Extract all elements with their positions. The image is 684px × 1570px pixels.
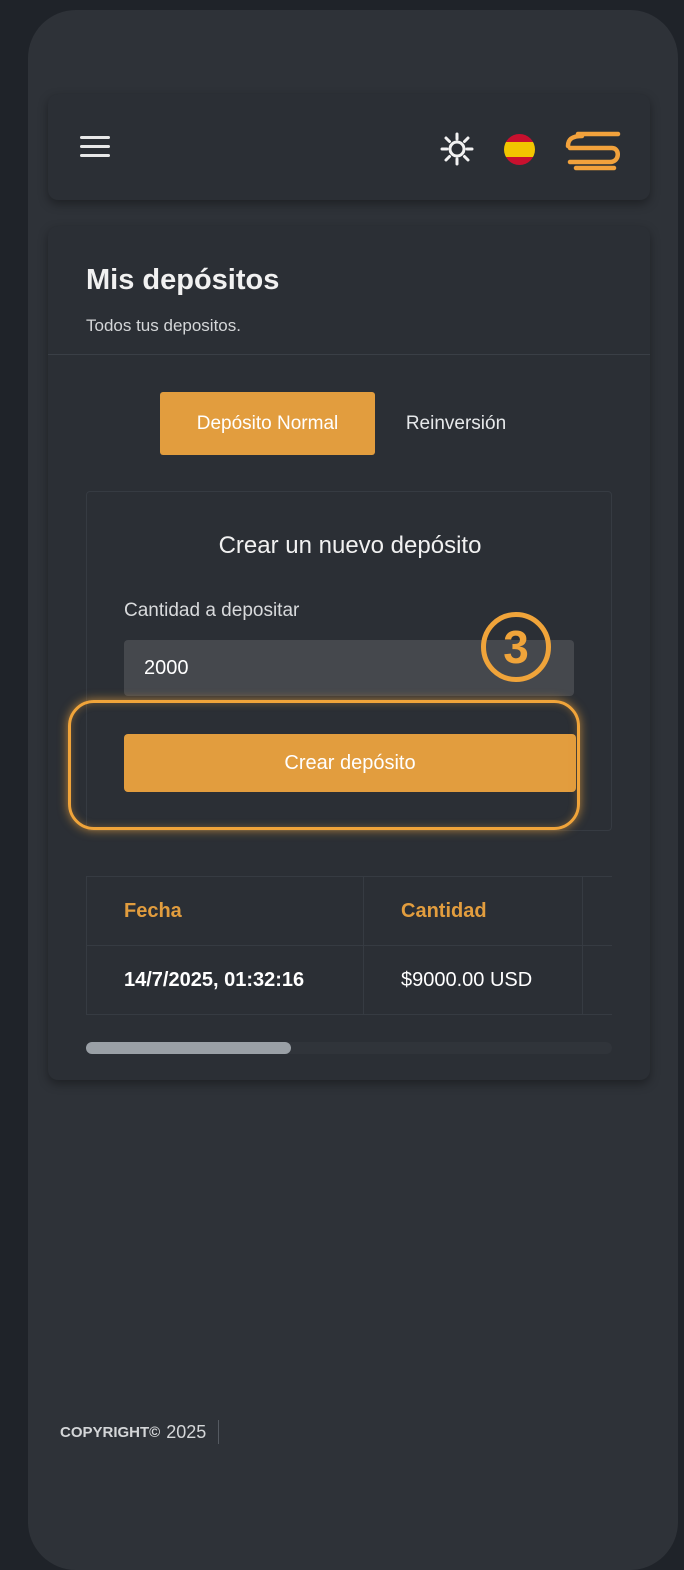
table-header-row: Fecha Cantidad [86,877,612,946]
step-number-badge: 3 [481,612,551,682]
page-subtitle: Todos tus depositos. [86,316,241,335]
row-amount: $9000.00 USD [363,946,582,1015]
deposits-card: Mis depósitos Todos tus depositos. Depós… [48,226,650,1080]
copyright-year: 2025 [166,1421,207,1442]
tab-reinvestment[interactable]: Reinversión [384,392,528,455]
brand-logo-icon[interactable] [560,124,626,174]
amount-label: Cantidad a depositar [124,600,300,621]
hamburger-menu-icon[interactable] [80,136,110,158]
spain-flag-icon[interactable] [504,134,535,165]
divider [48,354,650,355]
sun-icon[interactable] [440,132,474,166]
column-header-amount: Cantidad [363,877,582,946]
table-row: 14/7/2025, 01:32:16 $9000.00 USD [86,946,612,1015]
page-title: Mis depósitos [86,264,280,296]
deposits-table: Fecha Cantidad 14/7/2025, 01:32:16 $9000… [86,876,612,1016]
scrollbar-thumb[interactable] [86,1042,292,1054]
phone-frame: Mis depósitos Todos tus depositos. Depós… [28,10,678,1570]
row-date: 14/7/2025, 01:32:16 [86,946,363,1015]
copyright-label: COPYRIGHT© [60,1423,161,1441]
footer-copyright: COPYRIGHT© 2025 [60,1420,220,1444]
top-navbar [48,94,650,200]
column-header-extra [582,877,612,946]
form-title: Crear un nuevo depósito [218,532,482,559]
tab-normal-deposit[interactable]: Depósito Normal [160,392,375,455]
column-header-date: Fecha [86,877,363,946]
table-horizontal-scrollbar[interactable] [86,1042,612,1054]
row-extra [582,946,612,1015]
create-deposit-button[interactable]: Crear depósito [124,734,576,792]
